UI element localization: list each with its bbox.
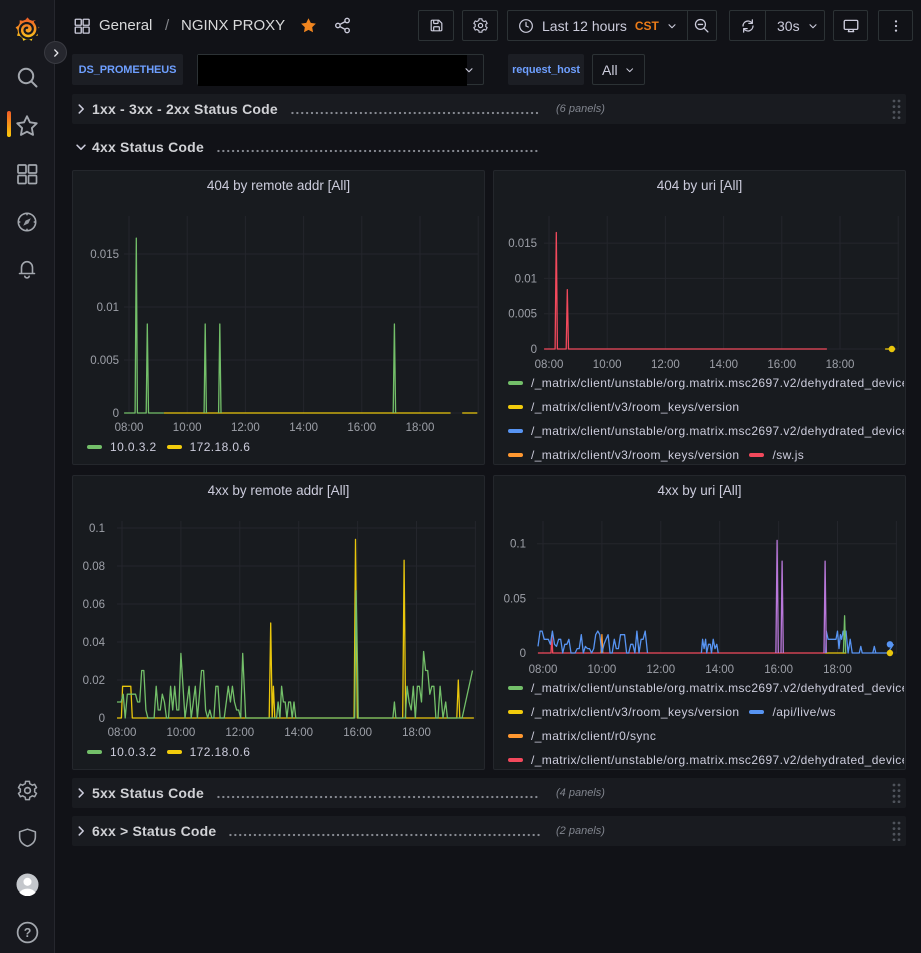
svg-text:0: 0: [99, 713, 105, 725]
svg-text:0: 0: [531, 344, 537, 356]
svg-text:16:00: 16:00: [343, 727, 372, 739]
svg-text:0.1: 0.1: [89, 523, 105, 535]
svg-text:14:00: 14:00: [284, 727, 313, 739]
svg-text:0: 0: [113, 408, 119, 420]
svg-text:?: ?: [24, 926, 32, 940]
svg-text:14:00: 14:00: [289, 422, 318, 434]
svg-text:08:00: 08:00: [529, 664, 558, 676]
svg-text:10:00: 10:00: [588, 664, 617, 676]
svg-text:12:00: 12:00: [651, 359, 680, 371]
svg-text:08:00: 08:00: [108, 727, 137, 739]
svg-text:10:00: 10:00: [167, 727, 196, 739]
svg-text:18:00: 18:00: [823, 664, 852, 676]
svg-text:08:00: 08:00: [535, 359, 564, 371]
svg-text:0.04: 0.04: [83, 637, 106, 649]
svg-text:18:00: 18:00: [826, 359, 855, 371]
svg-text:18:00: 18:00: [406, 422, 435, 434]
svg-text:10:00: 10:00: [593, 359, 622, 371]
svg-text:0.01: 0.01: [97, 302, 119, 314]
svg-text:0.005: 0.005: [90, 355, 119, 367]
svg-text:0.01: 0.01: [515, 273, 537, 285]
svg-text:0: 0: [520, 648, 526, 660]
svg-text:0.015: 0.015: [90, 249, 119, 261]
svg-text:10:00: 10:00: [173, 422, 202, 434]
svg-text:16:00: 16:00: [347, 422, 376, 434]
svg-text:14:00: 14:00: [709, 359, 738, 371]
svg-text:12:00: 12:00: [231, 422, 260, 434]
svg-text:16:00: 16:00: [767, 359, 796, 371]
svg-text:0.05: 0.05: [504, 593, 526, 605]
svg-text:14:00: 14:00: [705, 664, 734, 676]
svg-text:12:00: 12:00: [225, 727, 254, 739]
svg-text:12:00: 12:00: [646, 664, 675, 676]
svg-text:0.02: 0.02: [83, 675, 105, 687]
svg-text:0.015: 0.015: [508, 238, 537, 250]
svg-text:16:00: 16:00: [764, 664, 793, 676]
svg-text:0.06: 0.06: [83, 599, 105, 611]
svg-text:0.08: 0.08: [83, 561, 105, 573]
svg-text:08:00: 08:00: [115, 422, 144, 434]
svg-text:0.1: 0.1: [510, 539, 526, 551]
svg-text:18:00: 18:00: [402, 727, 431, 739]
svg-text:0.005: 0.005: [508, 309, 537, 321]
